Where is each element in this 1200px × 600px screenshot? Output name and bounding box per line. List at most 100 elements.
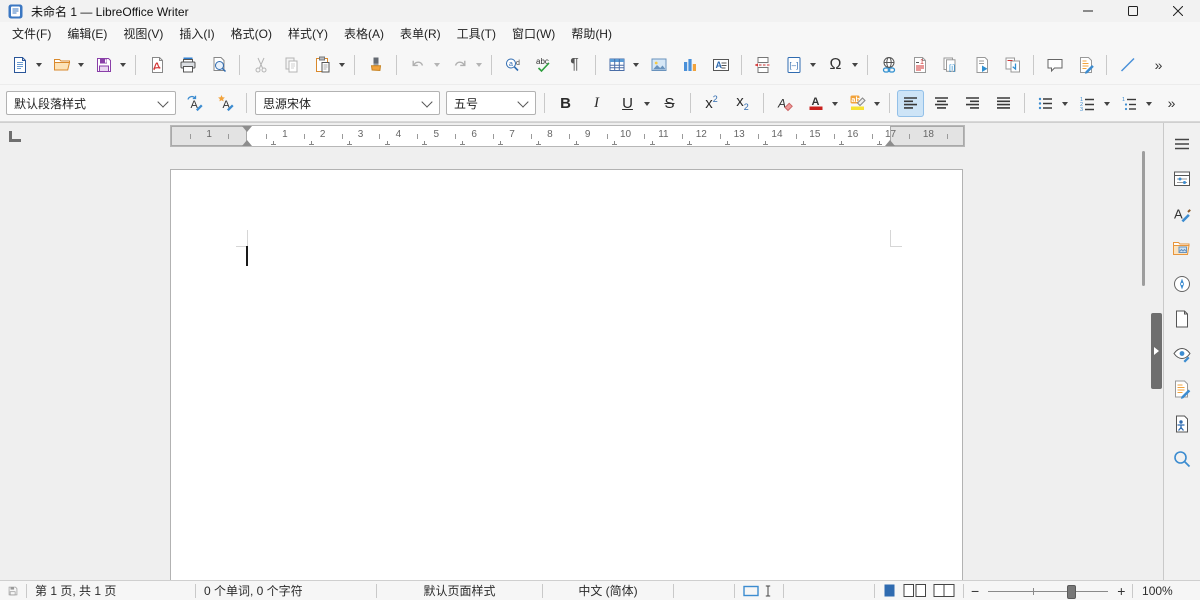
zoom-slider-thumb[interactable] — [1067, 585, 1076, 599]
menu-styles[interactable]: 样式(Y) — [280, 22, 336, 45]
insert-hyperlink-button[interactable] — [875, 51, 902, 78]
redo-dropdown[interactable] — [476, 63, 482, 70]
minimize-button[interactable] — [1065, 0, 1110, 22]
underline-button[interactable]: U — [614, 90, 641, 117]
subscript-button[interactable]: x2 — [729, 90, 756, 117]
insert-mode-status[interactable] — [674, 581, 734, 600]
font-color-dropdown[interactable] — [832, 102, 838, 109]
word-count-status[interactable]: 0 个单词, 0 个字符 — [196, 581, 376, 600]
track-changes-button[interactable] — [1072, 51, 1099, 78]
insert-special-character-button[interactable]: Ω — [822, 51, 849, 78]
formatting-overflow-button[interactable]: » — [1158, 90, 1185, 117]
zoom-out-button[interactable]: − — [968, 583, 982, 599]
insert-footnote-button[interactable]: 1 — [906, 51, 933, 78]
outline-list-button[interactable]: 1 — [1116, 90, 1143, 117]
save-dropdown[interactable] — [120, 63, 126, 70]
menu-help[interactable]: 帮助(H) — [563, 22, 620, 45]
insert-line-button[interactable] — [1114, 51, 1141, 78]
bold-button[interactable]: B — [552, 90, 579, 117]
align-right-button[interactable] — [959, 90, 986, 117]
sidebar-item-properties[interactable] — [1168, 165, 1196, 193]
strikethrough-button[interactable]: S — [656, 90, 683, 117]
save-button[interactable] — [90, 51, 117, 78]
numbered-list-button[interactable]: 123 — [1074, 90, 1101, 117]
menu-edit[interactable]: 编辑(E) — [59, 22, 115, 45]
highlight-color-dropdown[interactable] — [874, 102, 880, 109]
update-style-button[interactable]: A — [181, 90, 208, 117]
paste-button[interactable] — [309, 51, 336, 78]
bullet-list-button[interactable] — [1032, 90, 1059, 117]
selection-mode-status[interactable] — [735, 581, 783, 600]
menu-file[interactable]: 文件(F) — [4, 22, 59, 45]
toolbar-overflow-button[interactable]: » — [1145, 51, 1172, 78]
underline-dropdown[interactable] — [644, 102, 650, 109]
sidebar-settings-button[interactable] — [1168, 130, 1196, 158]
cut-button[interactable] — [247, 51, 274, 78]
sidebar-item-manage-changes[interactable] — [1168, 375, 1196, 403]
sidebar-hide-handle[interactable] — [1151, 313, 1162, 389]
open-button[interactable] — [48, 51, 75, 78]
insert-text-box-button[interactable]: A — [707, 51, 734, 78]
vertical-scrollbar-thumb[interactable] — [1142, 151, 1145, 286]
sidebar-item-style-inspector[interactable] — [1168, 340, 1196, 368]
menu-view[interactable]: 视图(V) — [115, 22, 171, 45]
menu-window[interactable]: 窗口(W) — [504, 22, 563, 45]
page-number-status[interactable]: 第 1 页, 共 1 页 — [27, 581, 195, 600]
font-name-combobox[interactable]: 思源宋体 — [255, 91, 440, 115]
special-character-dropdown[interactable] — [852, 63, 858, 70]
insert-bookmark-button[interactable] — [968, 51, 995, 78]
undo-dropdown[interactable] — [434, 63, 440, 70]
clear-formatting-button[interactable]: A — [771, 90, 798, 117]
open-dropdown[interactable] — [78, 63, 84, 70]
highlight-color-button[interactable]: ab — [844, 90, 871, 117]
superscript-button[interactable]: x2 — [698, 90, 725, 117]
align-left-button[interactable] — [897, 90, 924, 117]
paragraph-style-combobox[interactable]: 默认段落样式 — [6, 91, 176, 115]
find-and-replace-button[interactable]: ad — [499, 51, 526, 78]
save-indicator[interactable] — [0, 581, 26, 600]
insert-table-dropdown[interactable] — [633, 63, 639, 70]
italic-button[interactable]: I — [583, 90, 610, 117]
menu-tools[interactable]: 工具(T) — [449, 22, 504, 45]
insert-endnote-button[interactable]: [i] — [937, 51, 964, 78]
sidebar-item-accessibility-check[interactable] — [1168, 410, 1196, 438]
redo-button[interactable] — [446, 51, 473, 78]
paste-dropdown[interactable] — [339, 63, 345, 70]
zoom-level-status[interactable]: 100% — [1133, 581, 1181, 600]
insert-field-button[interactable]: [–] — [780, 51, 807, 78]
multi-page-view-button[interactable] — [903, 583, 927, 598]
zoom-in-button[interactable]: + — [1114, 583, 1128, 599]
copy-button[interactable] — [278, 51, 305, 78]
menu-format[interactable]: 格式(O) — [223, 22, 280, 45]
new-style-button[interactable]: A — [212, 90, 239, 117]
undo-button[interactable] — [404, 51, 431, 78]
language-status[interactable]: 中文 (简体) — [543, 581, 673, 600]
outline-list-dropdown[interactable] — [1146, 102, 1152, 109]
sidebar-item-page[interactable] — [1168, 305, 1196, 333]
print-preview-button[interactable] — [205, 51, 232, 78]
insert-table-button[interactable] — [603, 51, 630, 78]
align-center-button[interactable] — [928, 90, 955, 117]
formatting-marks-button[interactable]: ¶ — [561, 51, 588, 78]
numbered-list-dropdown[interactable] — [1104, 102, 1110, 109]
font-size-combobox[interactable]: 五号 — [446, 91, 536, 115]
document-info-status[interactable] — [784, 581, 874, 600]
page-style-status[interactable]: 默认页面样式 — [377, 581, 542, 600]
left-indent-marker[interactable] — [242, 135, 252, 146]
insert-chart-button[interactable] — [676, 51, 703, 78]
spelling-button[interactable]: abc — [530, 51, 557, 78]
document-page[interactable] — [170, 169, 963, 583]
sidebar-item-find[interactable] — [1168, 445, 1196, 473]
insert-page-break-button[interactable] — [749, 51, 776, 78]
print-button[interactable] — [174, 51, 201, 78]
menu-form[interactable]: 表单(R) — [392, 22, 449, 45]
sidebar-item-styles[interactable]: A — [1168, 200, 1196, 228]
sidebar-item-navigator[interactable] — [1168, 270, 1196, 298]
insert-image-button[interactable] — [645, 51, 672, 78]
justify-button[interactable] — [990, 90, 1017, 117]
insert-comment-button[interactable] — [1041, 51, 1068, 78]
menu-table[interactable]: 表格(A) — [336, 22, 392, 45]
export-pdf-button[interactable] — [143, 51, 170, 78]
book-view-button[interactable] — [933, 583, 955, 598]
sidebar-item-gallery[interactable] — [1168, 235, 1196, 263]
